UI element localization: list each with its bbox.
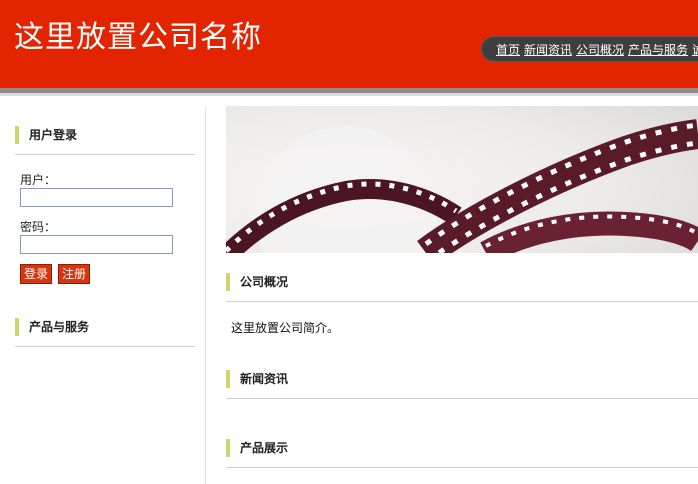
site-title: 这里放置公司名称 [14,20,262,55]
login-button[interactable]: 登录 [20,264,53,284]
user-label: 用户： [20,173,57,187]
login-section-divider [15,154,195,155]
banner-image [226,106,698,253]
password-label: 密码： [20,220,57,234]
header: 这里放置公司名称 首页新闻资讯公司概况产品与服务诚 [0,0,698,88]
products-section-title: 产品展示 [226,439,288,457]
main-nav: 首页新闻资讯公司概况产品与服务诚 [481,36,698,62]
products-services-divider [15,346,195,347]
username-input[interactable] [20,188,173,207]
products-section-divider [226,467,698,468]
about-section-divider [226,301,698,302]
nav-news[interactable]: 新闻资讯 [524,43,572,57]
film-strip-icon [226,106,698,253]
nav-home[interactable]: 首页 [496,43,520,57]
news-section-title: 新闻资讯 [226,370,288,388]
nav-about[interactable]: 公司概况 [576,43,624,57]
nav-products[interactable]: 产品与服务 [628,43,688,57]
news-section-divider [226,398,698,399]
header-divider-light [0,93,698,96]
register-button[interactable]: 注册 [58,264,91,284]
password-input[interactable] [20,235,173,254]
about-text: 这里放置公司简介。 [231,321,340,335]
column-divider [205,106,206,484]
nav-next[interactable]: 诚 [692,43,698,57]
products-services-title: 产品与服务 [15,318,89,336]
about-section-title: 公司概况 [226,273,288,291]
login-section-title: 用户登录 [15,126,77,144]
